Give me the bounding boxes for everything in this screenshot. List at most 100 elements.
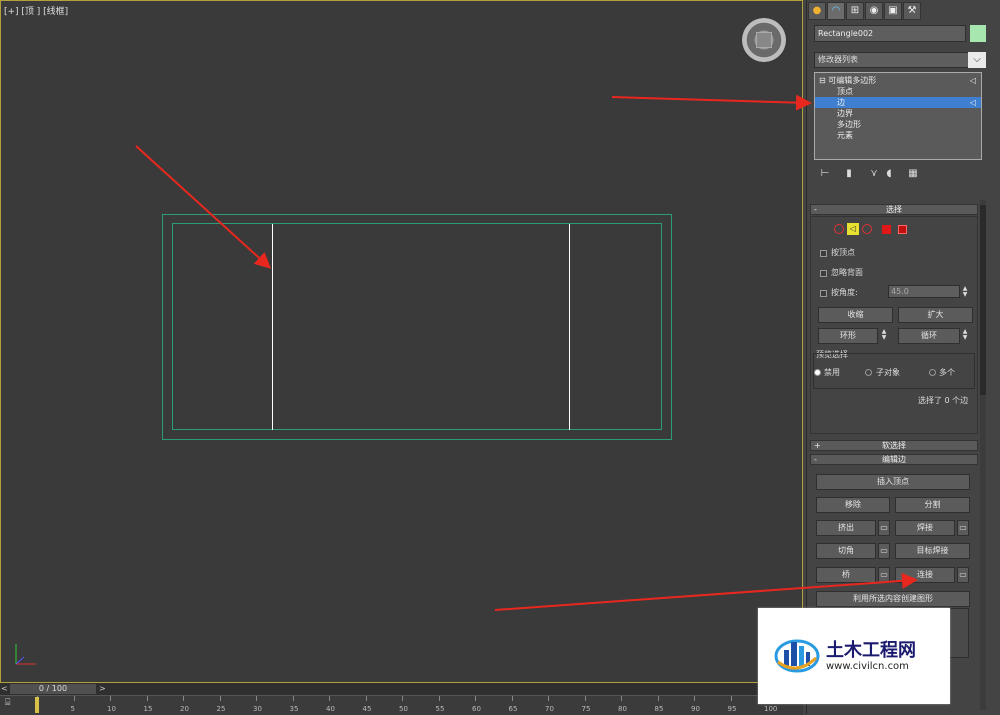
by-angle-checkbox[interactable]	[820, 290, 827, 297]
expand-minus-icon[interactable]: ⊟	[815, 76, 826, 85]
preview-multi-radio[interactable]	[929, 369, 936, 376]
connect-button[interactable]: 连接	[895, 567, 955, 583]
loop-button[interactable]: 循环	[898, 328, 960, 344]
rollout-soft-selection-header[interactable]: + 软选择	[810, 440, 978, 451]
watermark-url: www.civilcn.com	[826, 661, 909, 672]
time-prev-button[interactable]: <	[1, 684, 8, 693]
ruler-tick-label: 100	[764, 705, 778, 713]
by-vertex-checkbox[interactable]	[820, 250, 827, 257]
ruler-tick-label: 35	[289, 705, 299, 713]
ruler-tick	[548, 696, 549, 701]
ruler-tick-label: 65	[508, 705, 518, 713]
ruler-tick-label: 20	[180, 705, 189, 713]
remove-modifier-icon[interactable]: ◖	[883, 168, 895, 180]
ruler-tick	[110, 696, 111, 701]
rollout-edit-edges-header[interactable]: - 编辑边	[810, 454, 978, 465]
element-mode-icon[interactable]	[898, 225, 907, 234]
panel-scrollbar-thumb[interactable]	[980, 205, 986, 395]
chamfer-button[interactable]: 切角	[816, 543, 876, 559]
connect-settings-icon[interactable]: ▭	[957, 567, 969, 583]
border-mode-icon[interactable]	[862, 224, 872, 234]
create-shape-from-selection-button[interactable]: 利用所选内容创建图形	[816, 591, 970, 607]
rectangle-outline-inner	[172, 223, 662, 430]
edge-mode-icon[interactable]: ◁	[847, 223, 859, 235]
watermark-title: 土木工程网	[826, 640, 916, 661]
rollout-selection-header[interactable]: - 选择	[810, 204, 978, 215]
display-tab-icon[interactable]: ▣	[884, 2, 902, 20]
ruler-tick-label: 5	[70, 705, 75, 713]
time-next-button[interactable]: >	[99, 684, 106, 693]
stack-item-editable-poly[interactable]: ⊟ 可编辑多边形 ◁	[815, 75, 981, 86]
ignore-backfacing-checkbox[interactable]	[820, 270, 827, 277]
ring-button[interactable]: 环形	[818, 328, 878, 344]
stack-item-border[interactable]: 边界	[815, 108, 981, 119]
modifier-list-dropdown[interactable]: 修改器列表	[814, 52, 986, 68]
vertex-mode-icon[interactable]	[834, 224, 844, 234]
preview-subobject-radio[interactable]	[865, 369, 872, 376]
time-marker	[35, 697, 39, 713]
time-slider-track[interactable]	[0, 683, 803, 695]
show-end-result-icon[interactable]: ▮	[843, 168, 855, 180]
ruler-tick	[256, 696, 257, 701]
selected-edge-right[interactable]	[569, 224, 570, 430]
angle-input[interactable]: 45.0	[888, 285, 960, 298]
object-color-swatch[interactable]	[970, 25, 986, 42]
stack-item-polygon[interactable]: 多边形	[815, 119, 981, 130]
modify-tab-icon[interactable]: ◠	[827, 2, 845, 20]
ruler-tick-label: 40	[326, 705, 335, 713]
bridge-settings-icon[interactable]: ▭	[878, 567, 890, 583]
create-tab-icon[interactable]: ●	[808, 2, 826, 20]
pin-stack-icon[interactable]: ⊢	[819, 168, 831, 180]
weld-button[interactable]: 焊接	[895, 520, 955, 536]
bridge-button[interactable]: 桥	[816, 567, 876, 583]
stack-item-element[interactable]: 元素	[815, 130, 981, 141]
ruler-tick-label: 25	[216, 705, 226, 713]
ruler-tick	[329, 696, 330, 701]
ruler-tick-label: 60	[472, 705, 481, 713]
loop-spinner[interactable]: ▲ ▼	[961, 329, 969, 341]
chamfer-settings-icon[interactable]: ▭	[878, 543, 890, 559]
ruler-tick-label: 80	[618, 705, 627, 713]
angle-spinner[interactable]: ▲ ▼	[961, 286, 969, 298]
ruler-tick	[73, 696, 75, 701]
preview-subobject-label: 子对象	[876, 368, 900, 377]
ruler-tick	[584, 696, 586, 701]
configure-modifier-sets-icon[interactable]: ▦	[907, 168, 919, 180]
by-angle-label: 按角度:	[831, 288, 858, 297]
ruler-tick	[621, 696, 622, 701]
split-button[interactable]: 分割	[895, 497, 970, 513]
extrude-settings-icon[interactable]: ▭	[878, 520, 890, 536]
grow-button[interactable]: 扩大	[898, 307, 973, 323]
modifier-stack[interactable]: ⊟ 可编辑多边形 ◁ 顶点 边 ◁ 边界 多边形 元素	[814, 72, 982, 160]
remove-button[interactable]: 移除	[816, 497, 890, 513]
motion-tab-icon[interactable]: ◉	[865, 2, 883, 20]
ruler-tick-label: 55	[435, 705, 445, 713]
ruler-tick-label: 95	[727, 705, 737, 713]
viewcube-icon[interactable]	[742, 18, 786, 62]
ruler-tick	[183, 696, 184, 701]
mini-curve-editor-icon[interactable]: ⌸	[5, 698, 19, 710]
extrude-button[interactable]: 挤出	[816, 520, 876, 536]
ruler-tick-label: 50	[399, 705, 408, 713]
stack-item-edge[interactable]: 边 ◁	[815, 97, 981, 108]
weld-settings-icon[interactable]: ▭	[957, 520, 969, 536]
selected-edge-left[interactable]	[272, 224, 273, 430]
track-bar-ruler[interactable]: 5 10 15 20 25 30 35 40 45 50 55 60 65 70 75 80 85 90 95 100	[0, 695, 803, 715]
polygon-mode-icon[interactable]	[882, 225, 891, 234]
ring-spinner[interactable]: ▲ ▼	[880, 329, 888, 341]
ruler-tick-label: 45	[362, 705, 372, 713]
insert-vertex-button[interactable]: 插入顶点	[816, 474, 970, 490]
time-slider-thumb[interactable]: 0 / 100	[10, 684, 96, 694]
preview-off-radio[interactable]	[814, 369, 821, 376]
viewport-label[interactable]: [+] [顶 ] [线框]	[4, 4, 68, 17]
hierarchy-tab-icon[interactable]: ⊞	[846, 2, 864, 20]
object-name-input[interactable]: Rectangle002	[814, 25, 966, 42]
civilcn-logo-icon	[774, 639, 820, 673]
chevron-down-icon[interactable]: ⌵	[968, 52, 986, 68]
make-unique-icon[interactable]: ⋎	[868, 168, 880, 180]
target-weld-button[interactable]: 目标焊接	[895, 543, 970, 559]
stack-item-vertex[interactable]: 顶点	[815, 86, 981, 97]
ruler-tick-label: 30	[253, 705, 262, 713]
shrink-button[interactable]: 收缩	[818, 307, 893, 323]
utilities-tab-icon[interactable]: ⚒	[903, 2, 921, 20]
